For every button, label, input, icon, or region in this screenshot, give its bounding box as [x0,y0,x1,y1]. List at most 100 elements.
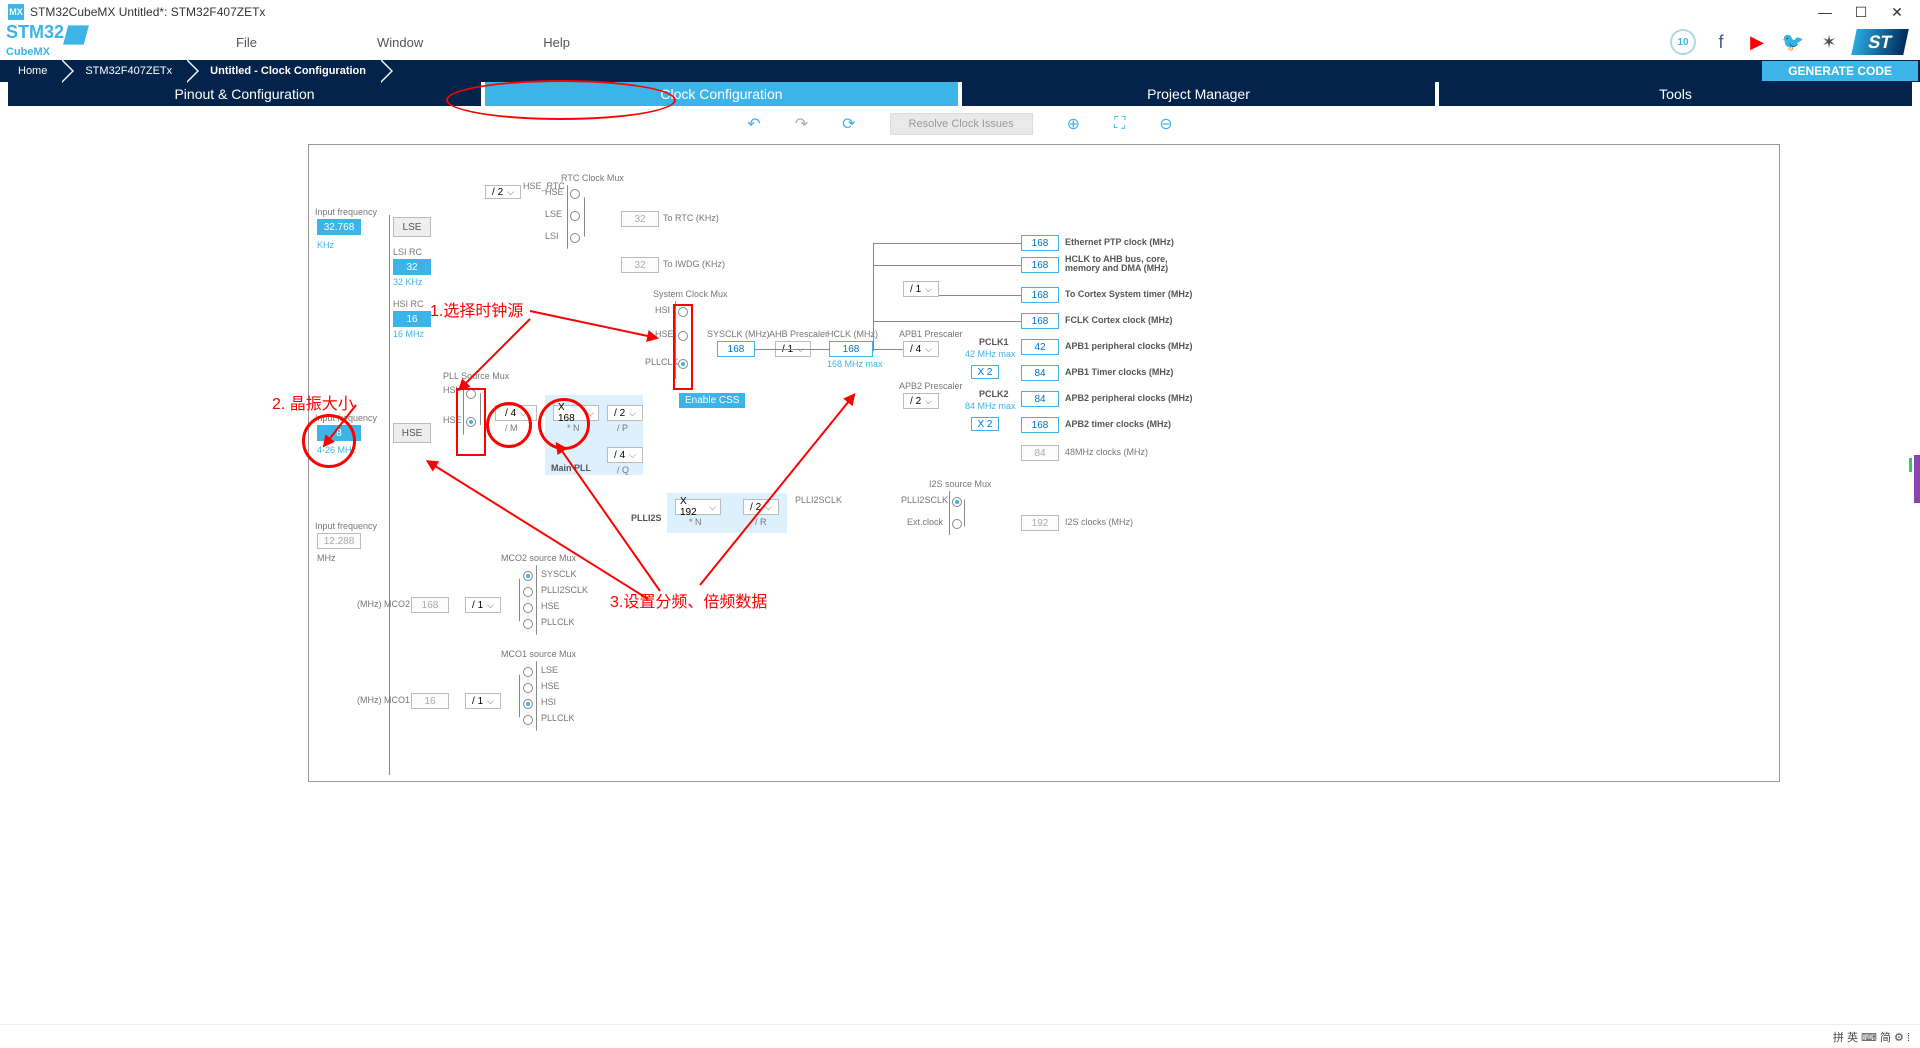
breadcrumb-page[interactable]: Untitled - Clock Configuration [192,60,380,82]
mco2-radio-plli2s[interactable] [523,587,533,597]
mco1-radio-hsi[interactable] [523,699,533,709]
mco1-radio-hse[interactable] [523,683,533,693]
hclk-input[interactable]: 168 [829,341,873,357]
annotation-ellipse-tab [446,80,676,120]
out-eth-label: Ethernet PTP clock (MHz) [1065,237,1174,247]
hclk-max: 168 MHz max [827,359,883,369]
hsi-value: 16 [393,311,431,327]
rtc-radio-lsi[interactable] [570,233,580,243]
mco2-src-pllclk: PLLCLK [541,617,575,627]
rtc-src-lsi: LSI [545,231,559,241]
mco1-src-pllclk: PLLCLK [541,713,575,723]
mco2-mux-label: MCO2 source Mux [501,553,576,563]
rtc-mux-label: RTC Clock Mux [561,173,624,183]
annotation-text-1: 1.选择时钟源 [430,297,523,321]
menu-bar: File Window Help [236,35,570,50]
x2-apb1: X 2 [971,365,999,379]
minimize-button[interactable]: — [1818,5,1832,19]
x2-apb2: X 2 [971,417,999,431]
lse-input[interactable]: 32.768 [317,219,361,235]
out-hclk: 168 [1021,257,1059,273]
pclk2-label: PCLK2 [979,389,1009,399]
lse-box: LSE [393,217,431,237]
apb1-select[interactable]: / 4 [903,341,939,357]
sysmux-label: System Clock Mux [653,289,728,299]
plli2sclk-label: PLLI2SCLK [795,495,842,505]
mco2-src-sysclk: SYSCLK [541,569,577,579]
mco2-radio-sysclk[interactable] [523,571,533,581]
rtc-radio-lse[interactable] [570,211,580,221]
refresh-icon[interactable]: ⟳ [842,114,855,134]
plli2s-n-sub: * N [689,517,702,527]
generate-code-button[interactable]: GENERATE CODE [1762,61,1918,81]
close-button[interactable]: ✕ [1890,5,1904,19]
mco1-div[interactable]: / 1 [465,693,501,709]
pclk1-max: 42 MHz max [965,349,1016,359]
annotation-rect-pllmux [456,388,486,456]
rtc-out-label: To RTC (KHz) [663,213,719,223]
clock-canvas[interactable]: Input frequency 32.768 KHz LSE LSI RC 32… [308,144,1780,782]
clock-toolbar: ↶ ↷ ⟳ Resolve Clock Issues ⊕ ⛶ ⊖ [0,106,1920,142]
mco1-src-hsi: HSI [541,697,556,707]
fit-icon[interactable]: ⛶ [1114,115,1125,133]
undo-icon[interactable]: ↶ [747,114,760,134]
breadcrumb-home[interactable]: Home [0,60,61,82]
out-fclk-label: FCLK Cortex clock (MHz) [1065,315,1173,325]
window-titlebar: MX STM32CubeMX Untitled*: STM32F407ZETx … [0,0,1920,24]
hse-rtc-label: HSE_RTC [523,181,565,191]
out-48-label: 48MHz clocks (MHz) [1065,447,1148,457]
mco1-radio-pllclk[interactable] [523,715,533,725]
out-hclk-label: HCLK to AHB bus, core, memory and DMA (M… [1065,255,1175,273]
i2s-radio-plli2sclk[interactable] [952,497,962,507]
sysclk-label: SYSCLK (MHz) [707,329,770,339]
facebook-icon[interactable]: f [1710,31,1732,53]
tab-pinout[interactable]: Pinout & Configuration [8,82,481,106]
twitter-icon[interactable]: 🐦 [1782,31,1804,53]
i2s-src-plli2sclk: PLLI2SCLK [901,495,948,505]
mco2-radio-pllclk[interactable] [523,619,533,629]
breadcrumb-chip[interactable]: STM32F407ZETx [67,60,186,82]
ahb-label: AHB Prescaler [769,329,828,339]
zoom-in-icon[interactable]: ⊕ [1067,114,1080,134]
enable-css-button[interactable]: Enable CSS [679,393,745,408]
rtc-src-lse: LSE [545,209,562,219]
breadcrumb: Home STM32F407ZETx Untitled - Clock Conf… [0,60,1920,82]
out-apb2t: 168 [1021,417,1059,433]
side-indicator-icon [1914,455,1920,503]
mco2-div[interactable]: / 1 [465,597,501,613]
network-icon[interactable]: ✶ [1818,31,1840,53]
redo-icon[interactable]: ↷ [795,114,808,134]
annotation-circle-plln [538,398,590,450]
maximize-button[interactable]: ☐ [1854,5,1868,19]
out-cortex-label: To Cortex System timer (MHz) [1065,289,1192,299]
pllp-select[interactable]: / 2 [607,405,643,421]
youtube-icon[interactable]: ▶ [1746,31,1768,53]
mco2-val: 168 [411,597,449,613]
zoom-out-icon[interactable]: ⊖ [1159,114,1172,134]
rtc-radio-hse[interactable] [570,189,580,199]
side-indicator-dot-icon [1909,458,1912,472]
tab-project-manager[interactable]: Project Manager [962,82,1435,106]
pllq-sub: / Q [617,465,629,475]
rtc-hse-div[interactable]: / 2 [485,185,521,199]
taskbar: 拼 英 ⌨ 简 ⚙ ⁞ [0,1024,1920,1048]
menu-help[interactable]: Help [543,35,570,50]
i2s-radio-ext[interactable] [952,519,962,529]
annotation-text-2: 2. 晶振大小 [272,390,354,414]
i2s-unit: MHz [317,553,336,563]
menu-window[interactable]: Window [377,35,423,50]
cortex-div-select[interactable]: / 1 [903,281,939,297]
menu-file[interactable]: File [236,35,257,50]
pllq-select[interactable]: / 4 [607,447,643,463]
mco1-radio-lse[interactable] [523,667,533,677]
plli2s-n[interactable]: X 192 [675,499,721,515]
i2s-out-label: I2S clocks (MHz) [1065,517,1133,527]
mco1-src-hse: HSE [541,681,560,691]
tab-tools[interactable]: Tools [1439,82,1912,106]
ime-status[interactable]: 拼 英 ⌨ 简 ⚙ ⁞ [1833,1029,1920,1045]
apb2-select[interactable]: / 2 [903,393,939,409]
lsi-unit: 32 KHz [393,277,423,287]
mco2-radio-hse[interactable] [523,603,533,613]
mco1-label: (MHz) MCO1 [357,695,410,705]
hclk-label: HCLK (MHz) [827,329,878,339]
